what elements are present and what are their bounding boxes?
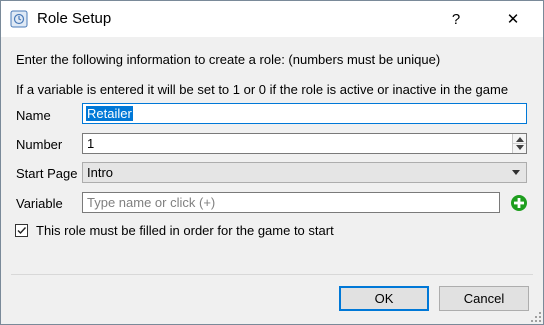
variable-input[interactable] bbox=[83, 193, 499, 212]
checkmark-icon bbox=[17, 227, 27, 235]
dialog-content: Enter the following information to creat… bbox=[1, 37, 543, 324]
resize-grip-icon[interactable] bbox=[531, 312, 541, 322]
variable-field[interactable] bbox=[82, 192, 500, 213]
start-page-label: Start Page bbox=[16, 166, 78, 181]
cancel-button[interactable]: Cancel bbox=[439, 286, 529, 311]
number-value: 1 bbox=[87, 136, 95, 151]
variable-label: Variable bbox=[16, 196, 63, 211]
spin-down-icon[interactable] bbox=[516, 145, 524, 150]
number-spinbox[interactable]: 1 bbox=[82, 133, 527, 154]
name-value: Retailer bbox=[86, 106, 133, 121]
close-button[interactable]: ✕ bbox=[491, 1, 535, 37]
required-checkbox[interactable] bbox=[15, 224, 28, 237]
number-label: Number bbox=[16, 137, 63, 152]
ok-button[interactable]: OK bbox=[339, 286, 429, 311]
required-checkbox-label[interactable]: This role must be filled in order for th… bbox=[36, 223, 334, 238]
chevron-down-icon bbox=[512, 170, 520, 175]
name-label: Name bbox=[16, 108, 51, 123]
intro-line-1: Enter the following information to creat… bbox=[16, 52, 441, 67]
spin-up-icon[interactable] bbox=[516, 137, 524, 142]
start-page-select[interactable]: Intro bbox=[82, 162, 527, 183]
name-field[interactable]: Retailer bbox=[82, 103, 527, 124]
spinner-buttons[interactable] bbox=[512, 134, 526, 153]
role-setup-dialog: Role Setup ? ✕ Enter the following infor… bbox=[0, 0, 544, 325]
start-page-value: Intro bbox=[87, 165, 114, 180]
app-icon bbox=[10, 10, 28, 28]
help-button[interactable]: ? bbox=[434, 1, 478, 37]
title-bar: Role Setup ? ✕ bbox=[1, 1, 543, 37]
separator bbox=[11, 274, 533, 275]
add-variable-icon[interactable] bbox=[510, 194, 528, 212]
spin-divider bbox=[513, 143, 526, 144]
window-title: Role Setup bbox=[37, 10, 112, 27]
intro-line-2: If a variable is entered it will be set … bbox=[16, 82, 509, 97]
